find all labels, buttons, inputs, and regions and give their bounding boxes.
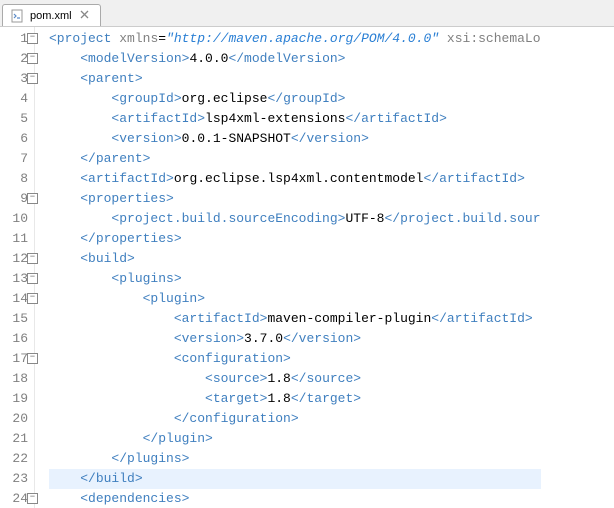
code-area[interactable]: <project xmlns="http://maven.apache.org/… — [35, 27, 541, 508]
code-line[interactable]: <target>1.8</target> — [49, 389, 541, 409]
code-line[interactable]: <artifactId>org.eclipse.lsp4xml.contentm… — [49, 169, 541, 189]
code-line[interactable]: </plugin> — [49, 429, 541, 449]
code-line[interactable]: <source>1.8</source> — [49, 369, 541, 389]
tab-filename: pom.xml — [30, 10, 72, 22]
code-line[interactable]: <project.build.sourceEncoding>UTF-8</pro… — [49, 209, 541, 229]
fold-icon[interactable]: − — [27, 53, 38, 64]
fold-icon[interactable]: − — [27, 193, 38, 204]
code-line[interactable]: </properties> — [49, 229, 541, 249]
code-line[interactable]: <configuration> — [49, 349, 541, 369]
editor: 1−2−3−456789−101112−13−14−151617−1819202… — [0, 27, 614, 508]
code-line[interactable]: <build> — [49, 249, 541, 269]
fold-icon[interactable]: − — [27, 493, 38, 504]
code-line[interactable]: <version>0.0.1-SNAPSHOT</version> — [49, 129, 541, 149]
code-line[interactable]: </plugins> — [49, 449, 541, 469]
fold-icon[interactable]: − — [27, 353, 38, 364]
code-line[interactable]: <parent> — [49, 69, 541, 89]
fold-icon[interactable]: − — [27, 33, 38, 44]
code-line[interactable]: <artifactId>lsp4xml-extensions</artifact… — [49, 109, 541, 129]
code-line[interactable]: <dependencies> — [49, 489, 541, 508]
fold-icon[interactable]: − — [27, 293, 38, 304]
code-line[interactable]: </configuration> — [49, 409, 541, 429]
code-line[interactable]: </parent> — [49, 149, 541, 169]
code-line[interactable]: <version>3.7.0</version> — [49, 329, 541, 349]
code-line[interactable]: <groupId>org.eclipse</groupId> — [49, 89, 541, 109]
fold-icon[interactable]: − — [27, 73, 38, 84]
tab-bar: pom.xml — [0, 0, 614, 27]
code-line[interactable]: </build> — [49, 469, 541, 489]
close-icon[interactable] — [77, 8, 92, 23]
xml-file-icon — [11, 9, 25, 23]
code-line[interactable]: <plugins> — [49, 269, 541, 289]
code-line[interactable]: <properties> — [49, 189, 541, 209]
code-line[interactable]: <modelVersion>4.0.0</modelVersion> — [49, 49, 541, 69]
code-line[interactable]: <plugin> — [49, 289, 541, 309]
code-line[interactable]: <artifactId>maven-compiler-plugin</artif… — [49, 309, 541, 329]
fold-icon[interactable]: − — [27, 273, 38, 284]
file-tab[interactable]: pom.xml — [2, 4, 101, 26]
line-number-gutter: 1−2−3−456789−101112−13−14−151617−1819202… — [0, 27, 35, 508]
fold-icon[interactable]: − — [27, 253, 38, 264]
code-line[interactable]: <project xmlns="http://maven.apache.org/… — [49, 29, 541, 49]
